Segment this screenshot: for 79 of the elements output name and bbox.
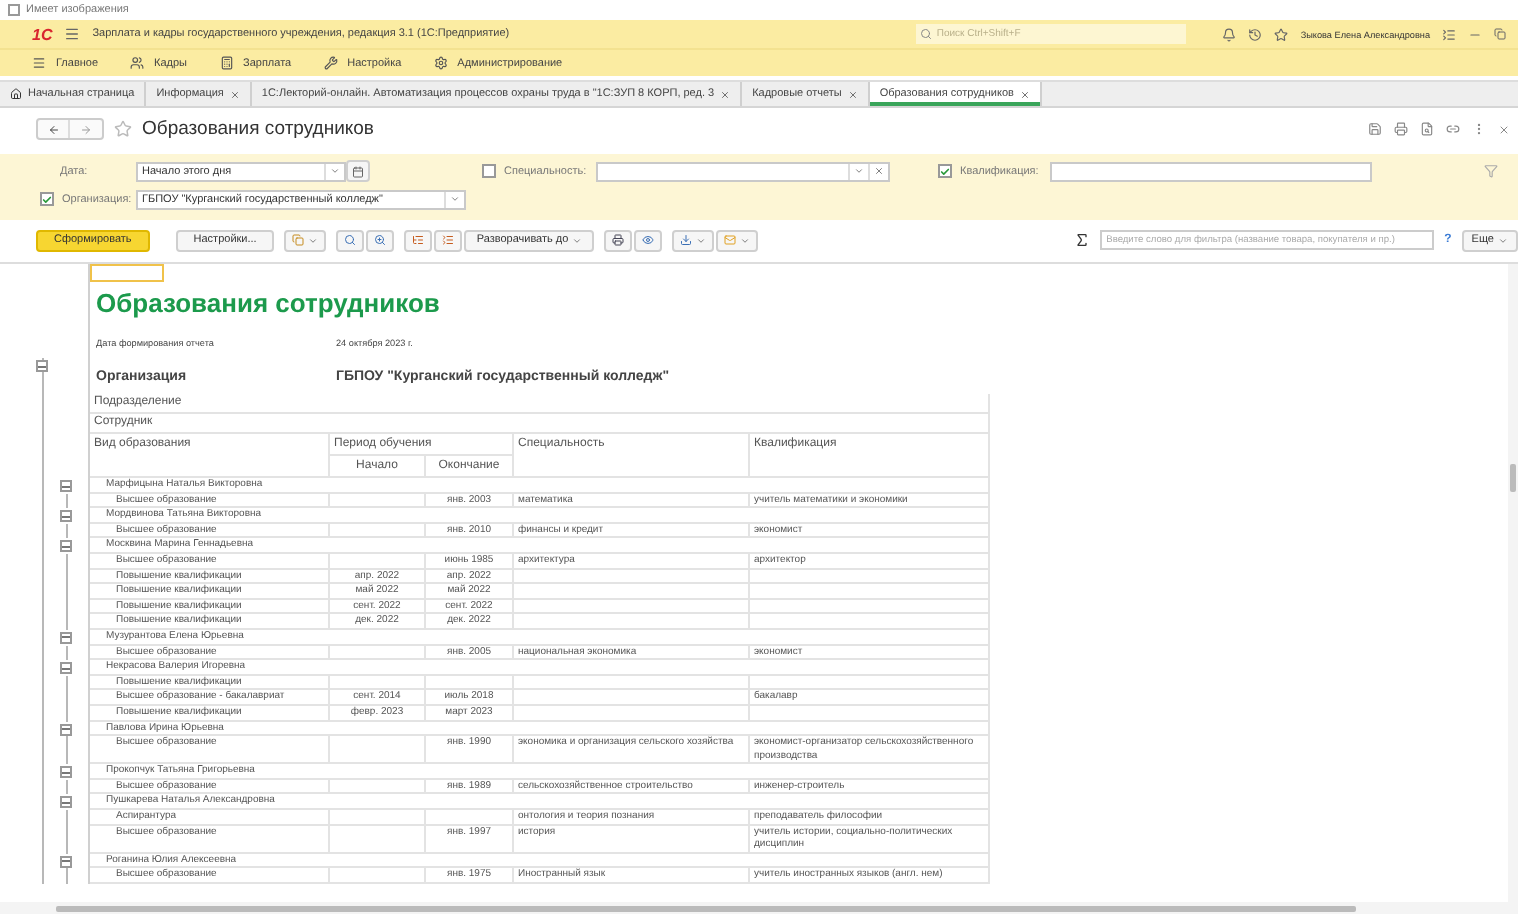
close-icon[interactable]	[1498, 123, 1510, 135]
menu-icon[interactable]	[64, 26, 81, 42]
search-icon	[344, 234, 357, 246]
sum-icon[interactable]	[1074, 232, 1091, 248]
eye-icon	[642, 234, 655, 246]
table-cell	[330, 736, 426, 765]
collapse-icon[interactable]	[60, 631, 72, 644]
caret-icon	[1498, 235, 1508, 245]
bell-icon[interactable]	[1222, 27, 1237, 41]
caret-icon	[696, 235, 707, 245]
restore-icon[interactable]	[1494, 28, 1506, 40]
table-cell	[330, 523, 426, 539]
back-arrow-icon	[47, 123, 59, 135]
caret-icon	[854, 166, 864, 176]
find-button[interactable]	[336, 229, 365, 251]
collapse-icon[interactable]	[60, 855, 72, 868]
checkbox[interactable]	[40, 192, 54, 206]
group-collapse-button[interactable]	[434, 229, 463, 251]
table-cell	[330, 825, 426, 854]
collapse-icon[interactable]	[60, 510, 72, 523]
download-icon	[680, 234, 693, 246]
table-cell	[330, 868, 426, 885]
table-cell	[330, 553, 426, 570]
caret-icon	[450, 194, 460, 204]
collapse-icon[interactable]	[60, 480, 72, 492]
group-expand-button[interactable]	[404, 229, 433, 251]
table-cell	[330, 493, 426, 509]
mail-icon	[724, 234, 737, 246]
navigation-buttons[interactable]	[36, 118, 104, 140]
vertical-scrollbar[interactable]	[1508, 264, 1518, 902]
report-title: Образования сотрудников	[94, 286, 440, 322]
app-logo: 1С	[32, 25, 53, 43]
collapse-icon[interactable]	[60, 766, 72, 779]
zoom-icon	[374, 234, 387, 246]
save-icon[interactable]	[1368, 122, 1382, 136]
list-icon	[442, 234, 455, 246]
tree-list-icon	[412, 234, 425, 246]
form-title: Образования сотрудников	[142, 118, 374, 140]
checkbox[interactable]	[938, 164, 952, 178]
preview-icon[interactable]	[1420, 122, 1434, 136]
export-button[interactable]	[672, 229, 715, 251]
checkbox[interactable]	[8, 4, 20, 16]
table-cell	[330, 645, 426, 661]
preview-button[interactable]	[634, 229, 663, 251]
collapse-icon[interactable]	[60, 796, 72, 809]
wrench-icon	[323, 56, 338, 70]
qualification-field[interactable]	[1050, 161, 1372, 181]
copy-icon	[292, 234, 305, 246]
checkbox[interactable]	[482, 164, 496, 178]
forward-arrow-icon	[80, 123, 92, 135]
search-icon	[920, 28, 933, 40]
print-button[interactable]	[604, 229, 633, 251]
collapse-icon[interactable]	[60, 662, 72, 675]
history-icon[interactable]	[1248, 27, 1263, 41]
collapse-icon[interactable]	[36, 360, 48, 372]
table-cell	[330, 779, 426, 795]
collapse-icon[interactable]	[60, 723, 72, 735]
caret-icon	[572, 235, 583, 245]
caret-icon	[740, 235, 751, 245]
calendar-button[interactable]	[346, 160, 370, 182]
caret-icon	[330, 166, 340, 176]
selected-cell[interactable]	[90, 264, 164, 282]
link-icon[interactable]	[1446, 122, 1460, 136]
settings-icon	[433, 56, 448, 70]
star-icon[interactable]	[1274, 27, 1289, 41]
favorite-icon[interactable]	[114, 120, 132, 138]
people-icon	[130, 56, 145, 70]
menu-icon	[32, 56, 46, 70]
calculator-icon	[219, 56, 233, 70]
printer-icon[interactable]	[1394, 122, 1408, 136]
caret-icon	[308, 235, 319, 245]
calendar-icon	[352, 165, 364, 177]
printer-icon	[612, 234, 625, 246]
specialty-field[interactable]	[596, 161, 890, 181]
filter-icon[interactable]	[1484, 164, 1498, 178]
horizontal-scrollbar[interactable]	[0, 902, 1518, 914]
collapse-icon[interactable]	[60, 540, 72, 553]
menu-icon[interactable]	[1442, 27, 1456, 41]
zoom-button[interactable]	[366, 229, 395, 251]
